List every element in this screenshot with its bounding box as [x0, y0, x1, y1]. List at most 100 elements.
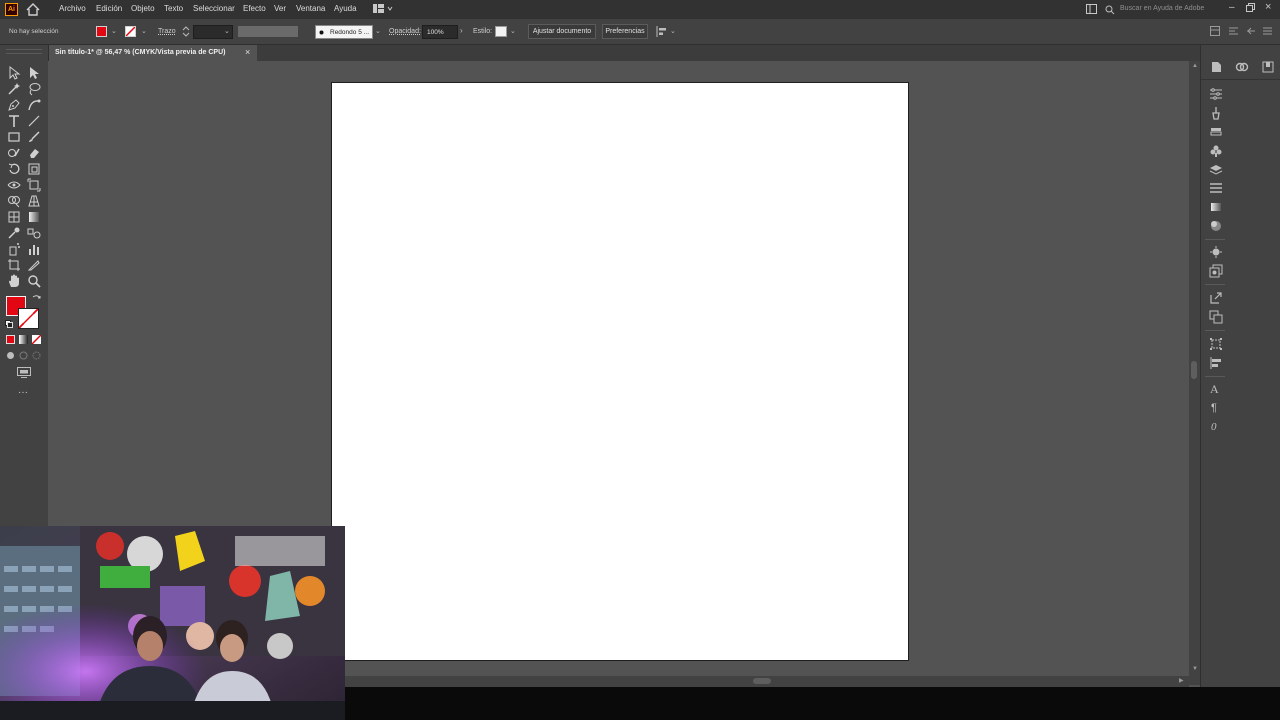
properties-icon[interactable] [1209, 87, 1223, 101]
edit-toolbar-icon[interactable]: ··· [18, 387, 28, 398]
eraser-tool-icon[interactable] [27, 146, 41, 160]
type-tool-icon[interactable] [7, 114, 21, 128]
hand-tool-icon[interactable] [7, 274, 21, 288]
vertical-scroll-thumb[interactable] [1191, 361, 1197, 379]
menu-ayuda[interactable]: Ayuda [334, 4, 357, 13]
scroll-right-icon[interactable]: ▶ [1179, 677, 1184, 684]
stroke-stepper[interactable] [182, 25, 190, 38]
fill-color-swatch[interactable] [96, 26, 107, 37]
swap-fill-stroke-icon[interactable] [32, 294, 41, 303]
minimize-icon[interactable]: – [1229, 2, 1235, 13]
screen-mode-icon[interactable] [17, 367, 31, 378]
symbols-icon[interactable] [1209, 144, 1223, 158]
opacity-field[interactable]: 100% [422, 25, 458, 39]
shape-builder-tool-icon[interactable] [7, 194, 21, 208]
menu-texto[interactable]: Texto [164, 4, 183, 13]
scroll-up-icon[interactable]: ▲ [1192, 63, 1198, 69]
stroke-label[interactable]: Trazo [158, 28, 176, 35]
arrange-documents-icon[interactable] [1086, 4, 1097, 14]
magic-wand-tool-icon[interactable] [7, 82, 21, 96]
pen-tool-icon[interactable] [7, 98, 21, 112]
draw-inside-icon[interactable] [32, 351, 41, 360]
menu-archivo[interactable]: Archivo [59, 4, 86, 13]
align-panel-icon[interactable] [1209, 181, 1223, 195]
document-tab[interactable]: Sin título-1* @ 56,47 % (CMYK/Vista prev… [48, 45, 257, 61]
panel-collapse-icon[interactable] [1210, 26, 1220, 36]
column-graph-tool-icon[interactable] [27, 242, 41, 256]
paintbrush-tool-icon[interactable] [27, 130, 41, 144]
menu-ventana[interactable]: Ventana [296, 4, 325, 13]
restore-icon[interactable] [1246, 3, 1255, 12]
direct-selection-tool-icon[interactable] [27, 66, 41, 80]
workspace-switcher-icon[interactable] [373, 4, 393, 14]
curvature-tool-icon[interactable] [27, 98, 41, 112]
close-window-icon[interactable]: × [1265, 1, 1271, 13]
swatches-icon[interactable] [1209, 125, 1223, 139]
gradient-mode-icon[interactable] [19, 335, 28, 344]
export-icon[interactable] [1261, 60, 1275, 74]
zoom-tool-icon[interactable] [27, 274, 41, 288]
horizontal-scroll-thumb[interactable] [753, 678, 771, 684]
chevron-right-icon[interactable]: › [460, 26, 463, 35]
artboards-panel-icon[interactable] [1209, 310, 1223, 324]
chevron-down-icon[interactable]: ⌄ [111, 27, 117, 35]
graphic-styles-icon[interactable] [1209, 264, 1223, 278]
variable-width-profile[interactable] [238, 26, 298, 37]
gradient-tool-icon[interactable] [27, 210, 41, 224]
rotate-tool-icon[interactable] [7, 162, 21, 176]
chevron-down-icon[interactable]: ⌄ [141, 27, 147, 35]
preferences-button[interactable]: Preferencias [602, 24, 648, 39]
stroke-weight-field[interactable]: ⌄ [193, 25, 233, 39]
panel-menu-icon[interactable] [1262, 26, 1273, 36]
width-tool-icon[interactable] [7, 178, 21, 192]
scale-tool-icon[interactable] [27, 162, 41, 176]
close-tab-icon[interactable]: × [245, 47, 250, 57]
appearance-icon[interactable] [1209, 245, 1223, 259]
align-icon[interactable] [656, 26, 668, 37]
brush-definition[interactable]: Redondo 5 ... [315, 25, 373, 39]
artboard-tool-icon[interactable] [7, 258, 21, 272]
scroll-down-icon[interactable]: ▼ [1192, 666, 1198, 672]
menu-seleccionar[interactable]: Seleccionar [193, 4, 235, 13]
transparency-icon[interactable] [1209, 219, 1223, 233]
paragraph-icon[interactable]: ¶ [1211, 402, 1217, 414]
cc-libraries-icon[interactable] [1235, 60, 1249, 74]
rectangle-tool-icon[interactable] [7, 130, 21, 144]
shaper-tool-icon[interactable] [7, 146, 21, 160]
brushes-icon[interactable] [1209, 106, 1223, 120]
menu-edicion[interactable]: Edición [96, 4, 122, 13]
align-objects-icon[interactable] [1209, 356, 1223, 370]
menu-efecto[interactable]: Efecto [243, 4, 266, 13]
home-icon[interactable] [26, 3, 40, 16]
chevron-down-icon[interactable]: ⌄ [375, 27, 381, 35]
menu-objeto[interactable]: Objeto [131, 4, 155, 13]
graphic-style-swatch[interactable] [495, 26, 507, 37]
chevron-down-icon[interactable]: ⌄ [670, 27, 676, 35]
color-mode-icon[interactable] [6, 335, 15, 344]
draw-normal-icon[interactable] [6, 351, 15, 360]
perspective-grid-tool-icon[interactable] [27, 194, 41, 208]
arrange-icon[interactable] [1228, 26, 1239, 36]
default-fill-stroke-icon[interactable] [5, 320, 13, 328]
tools-panel-grip[interactable] [6, 49, 42, 54]
vertical-scrollbar[interactable]: ▲ ▼ [1189, 61, 1200, 685]
artboard[interactable] [331, 82, 909, 661]
line-segment-tool-icon[interactable] [27, 114, 41, 128]
symbol-sprayer-tool-icon[interactable] [7, 242, 21, 256]
transform-icon[interactable] [1209, 337, 1223, 351]
stroke-color-swatch[interactable] [125, 26, 136, 37]
help-search[interactable]: Buscar en Ayuda de Adobe [1100, 3, 1218, 16]
libraries-icon[interactable] [1209, 60, 1223, 74]
free-transform-tool-icon[interactable] [27, 178, 41, 192]
slice-tool-icon[interactable] [27, 258, 41, 272]
lasso-tool-icon[interactable] [27, 82, 41, 96]
asset-export-icon[interactable] [1209, 291, 1223, 305]
chevron-down-icon[interactable]: ⌄ [510, 27, 516, 35]
opentype-icon[interactable]: 0 [1211, 421, 1217, 433]
draw-behind-icon[interactable] [19, 351, 28, 360]
mesh-tool-icon[interactable] [7, 210, 21, 224]
character-icon[interactable]: A [1210, 382, 1219, 397]
opacity-label[interactable]: Opacidad: [389, 28, 421, 35]
none-mode-icon[interactable] [31, 334, 42, 345]
horizontal-scrollbar[interactable]: ▶ [345, 676, 1189, 687]
